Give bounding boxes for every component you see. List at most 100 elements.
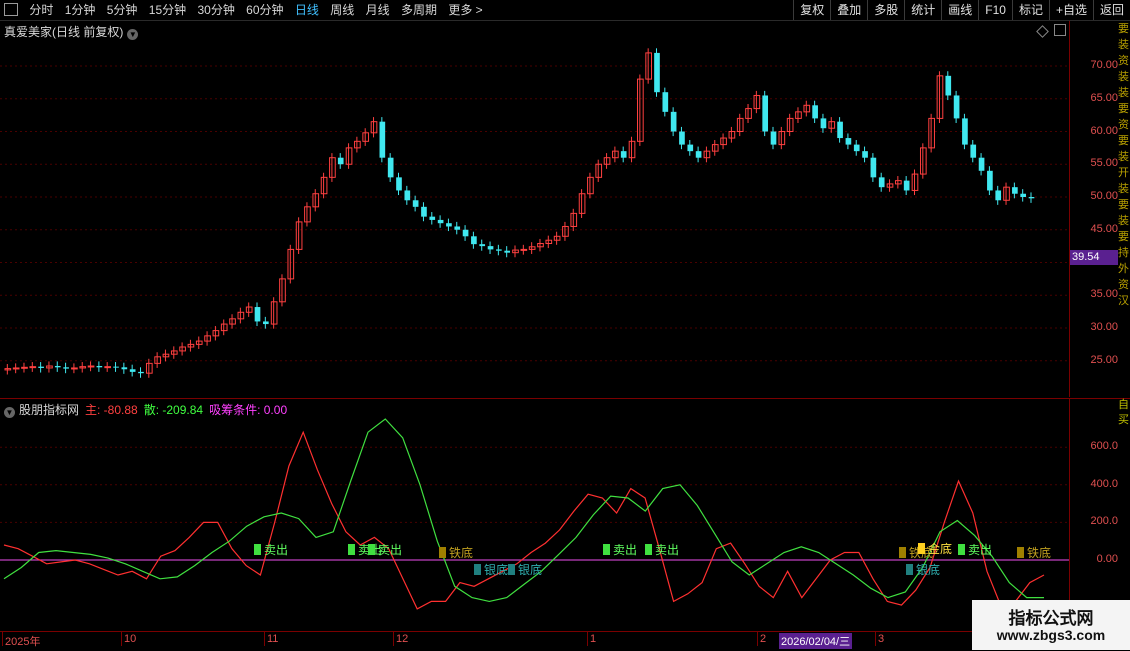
candle-body [254,307,261,322]
chevron-right-icon: > [475,3,483,17]
signal-marker [958,544,965,555]
signal-label: 卖出 [264,543,288,557]
side-label: 资 [1118,55,1129,67]
side-label: 外 [1118,263,1129,275]
signal-marker [474,564,481,575]
overlay-button[interactable]: 叠加 [830,0,867,20]
multi-stock-button[interactable]: 多股 [867,0,904,20]
indicator-chart[interactable]: 卖出卖出卖出铁底银底银底卖出卖出铁底金底银底卖出铁底 [0,399,1070,631]
candle-body [987,170,993,191]
signal-label: 卖出 [655,543,679,557]
f10-button[interactable]: F10 [978,0,1012,20]
signal-label: 银底 [484,562,508,577]
signal-marker [508,564,515,575]
toolbar-actions: 复权 叠加 多股 统计 画线 F10 标记 +自选 返回 [793,0,1130,20]
time-separator [2,632,3,646]
time-label: 3 [878,633,885,645]
candle-body [87,365,95,368]
tab-period-more[interactable]: 更多 > [448,0,482,20]
side-label: 装 [1118,71,1129,83]
signal-marker [254,544,261,555]
signal-label: 卖出 [378,543,402,557]
candle-body [687,144,694,152]
candle-body [38,366,44,368]
stats-button[interactable]: 统计 [904,0,941,20]
candlestick-chart[interactable] [0,21,1070,397]
tab-period-5min[interactable]: 5分钟 [107,0,138,20]
tab-period-1min[interactable]: 1分钟 [65,0,96,20]
candle-body [520,248,528,251]
side-label: 买 [1118,414,1129,426]
indicator-panel[interactable]: 卖出卖出卖出铁底银底银底卖出卖出铁底金底银底卖出铁底 ▼股朋指标网主: -80.… [0,398,1070,631]
candle-body [620,151,627,158]
signal-marker [906,564,913,575]
chevron-down-icon[interactable]: ▼ [4,407,15,418]
time-separator [875,632,876,646]
indicator-tick: 600.0 [1090,440,1118,453]
menu-icon[interactable] [4,3,18,16]
chevron-down-icon[interactable]: ▼ [127,29,139,40]
watermark-url: www.zbgs3.com [996,627,1106,643]
signal-label: 金底 [928,541,952,556]
time-separator [264,632,265,646]
side-label: 要 [1118,199,1129,211]
candle-body [21,366,28,369]
add-watchlist-button[interactable]: +自选 [1048,0,1093,20]
tab-period-30min[interactable]: 30分钟 [197,0,234,20]
signal-marker [1017,547,1024,558]
time-label: 1 [590,633,597,645]
back-button[interactable]: 返回 [1092,0,1130,20]
mark-button[interactable]: 标记 [1011,0,1049,20]
side-label: 要 [1118,103,1129,115]
tab-period-monthly[interactable]: 月线 [366,0,390,20]
candle-body [679,131,685,145]
signal-label: 银底 [916,562,940,577]
signal-label: 卖出 [613,543,637,557]
time-label: 2025年 [5,636,41,648]
candle-body [695,151,702,158]
candle-body [412,200,419,207]
side-label: 资 [1118,119,1129,131]
tab-period-60min[interactable]: 60分钟 [246,0,283,20]
candle-body [71,367,78,370]
tab-period-weekly[interactable]: 周线 [330,0,354,20]
indicator-name: 股朋指标网 [19,403,80,417]
candle-body [12,367,20,370]
price-tick: 50.00 [1090,190,1118,202]
side-info-strip-2: 自买 [1118,398,1130,438]
candle-body [154,356,161,364]
time-label: 11 [267,633,279,645]
candle-body [770,131,777,145]
candle-body [454,226,461,230]
candle-body [953,95,960,119]
draw-line-button[interactable]: 画线 [941,0,978,20]
candle-body [1012,187,1018,194]
candle-body [995,190,1002,201]
signal-marker [918,543,925,554]
tab-period-multi[interactable]: 多周期 [401,0,437,20]
candle-body [113,366,119,368]
signal-marker [368,544,375,555]
tab-period-daily[interactable]: 日线 [295,0,319,20]
time-separator [587,632,588,646]
price-chart-panel[interactable]: 真爱美家(日线 前复权) ▼ [0,21,1070,397]
candle-body [812,105,818,119]
candle-body [121,367,128,370]
more-label: 更多 [448,3,473,17]
tab-period-fenshi[interactable]: 分时 [29,0,53,20]
candle-body [487,246,494,250]
side-label: 自 [1118,399,1129,411]
candle-body [670,111,677,132]
window-toggle-icon[interactable] [1054,24,1066,36]
time-label: 2 [760,633,767,645]
candle-body [96,365,103,368]
candle-body [853,144,860,152]
tab-period-15min[interactable]: 15分钟 [149,0,186,20]
candle-body [429,216,436,220]
candle-body [129,369,136,372]
fuquan-button[interactable]: 复权 [793,0,830,20]
indicator-tick: 0.00 [1096,553,1118,565]
signal-marker [348,544,355,555]
candle-body [837,121,843,139]
cursor-date-badge: 2026/02/04/三 [779,633,853,649]
